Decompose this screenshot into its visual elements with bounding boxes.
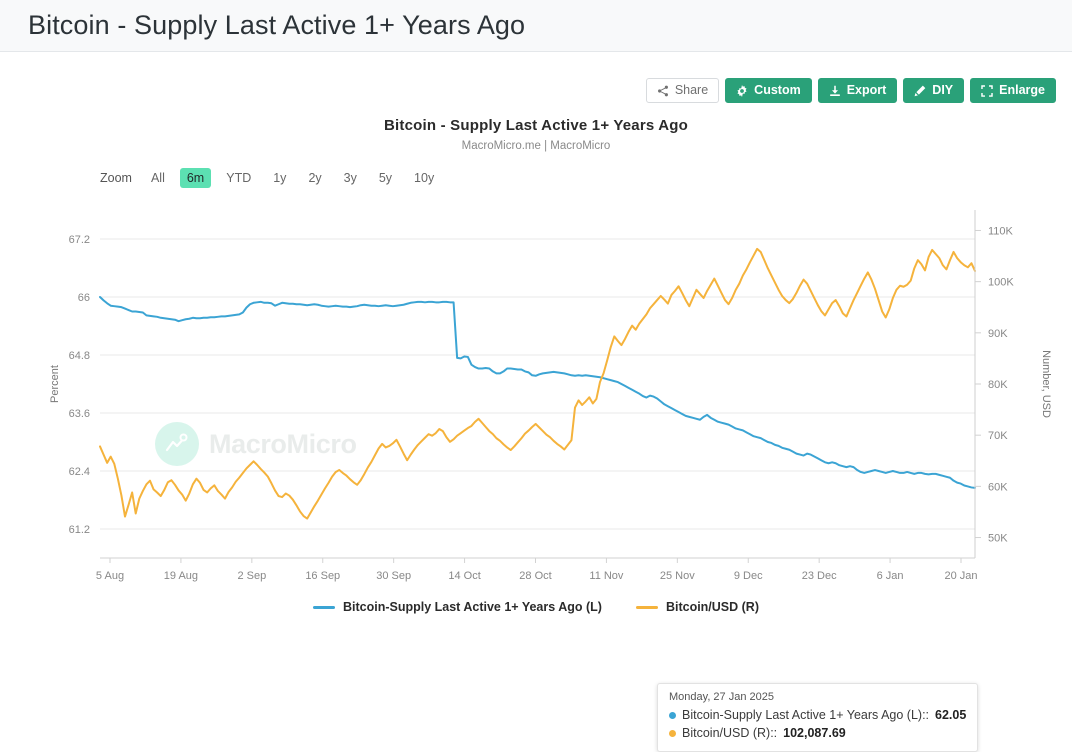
chart-legend: Bitcoin-Supply Last Active 1+ Years Ago … bbox=[0, 600, 1072, 614]
x-axis-tick: 19 Aug bbox=[164, 570, 198, 582]
y-axis-right-title: Number, USD bbox=[1040, 350, 1052, 418]
expand-icon bbox=[981, 84, 993, 97]
button-label: Share bbox=[674, 83, 709, 98]
legend-swatch-icon bbox=[312, 605, 335, 609]
zoom-option-5y[interactable]: 5y bbox=[372, 168, 399, 188]
x-axis-tick: 16 Sep bbox=[305, 570, 340, 582]
x-axis-tick: 20 Jan bbox=[944, 570, 977, 582]
tooltip-series-value: 102,087.69 bbox=[783, 726, 846, 741]
chart-title: Bitcoin - Supply Last Active 1+ Years Ag… bbox=[384, 117, 688, 134]
y-axis-right-tick: 70K bbox=[988, 430, 1008, 442]
zoom-option-1y[interactable]: 1y bbox=[266, 168, 293, 188]
chart-plot-area[interactable]: 61.2 62.4 63.6 64.8 66 67.2 50K 60K 70K 80K 90K 100… bbox=[0, 196, 1072, 752]
series-line-supply bbox=[99, 296, 976, 489]
pencil-icon bbox=[914, 85, 926, 97]
legend-label: Bitcoin/USD (R) bbox=[665, 600, 760, 614]
y-axis-left-title: Percent bbox=[49, 365, 61, 403]
zoom-option-ytd[interactable]: YTD bbox=[219, 168, 258, 188]
x-axis-tick: 2 Sep bbox=[237, 570, 266, 582]
button-label: Export bbox=[846, 83, 887, 98]
tooltip-series-name: Bitcoin/USD (R):: bbox=[682, 726, 778, 741]
series-dot-icon bbox=[669, 729, 676, 737]
legend-item[interactable]: Bitcoin-Supply Last Active 1+ Years Ago … bbox=[312, 600, 602, 614]
y-axis-left-tick: 63.6 bbox=[69, 408, 90, 420]
x-axis-tick: 11 Nov bbox=[589, 570, 624, 582]
button-label: Enlarge bbox=[999, 83, 1045, 98]
y-axis-right-tick: 90K bbox=[988, 328, 1008, 340]
y-axis-left-tick: 61.2 bbox=[69, 524, 90, 536]
zoom-option-3y[interactable]: 3y bbox=[337, 168, 364, 188]
legend-label: Bitcoin-Supply Last Active 1+ Years Ago … bbox=[342, 600, 602, 614]
y-axis-right-tick: 110K bbox=[988, 225, 1014, 237]
legend-swatch-icon bbox=[635, 605, 658, 609]
y-axis-left-tick: 67.2 bbox=[69, 234, 90, 246]
y-axis-right-tick: 60K bbox=[988, 481, 1008, 493]
x-axis-tick: 14 Oct bbox=[448, 570, 480, 582]
y-axis-left-tick: 64.8 bbox=[69, 350, 90, 362]
export-button[interactable]: Export bbox=[817, 78, 898, 103]
tooltip-rows: Bitcoin-Supply Last Active 1+ Years Ago … bbox=[669, 706, 966, 742]
x-axis-tick: 9 Dec bbox=[734, 570, 763, 582]
x-axis-tick: 25 Nov bbox=[660, 570, 695, 582]
chart-tooltip: Monday, 27 Jan 2025 Bitcoin-Supply Last … bbox=[657, 683, 979, 752]
zoom-option-10y[interactable]: 10y bbox=[407, 168, 441, 188]
tooltip-date: Monday, 27 Jan 2025 bbox=[669, 691, 774, 703]
y-axis-left-tick: 66 bbox=[78, 292, 90, 304]
y-axis-left-tick: 62.4 bbox=[69, 466, 90, 478]
custom-button[interactable]: Custom bbox=[725, 78, 812, 103]
zoom-range-selector: Zoom All 6m YTD 1y 2y 3y 5y 10y bbox=[100, 168, 1072, 188]
page-header: Bitcoin - Supply Last Active 1+ Years Ag… bbox=[0, 0, 1072, 52]
y-axis-right-tick: 100K bbox=[988, 277, 1014, 289]
x-axis-tick: 23 Dec bbox=[802, 570, 837, 582]
legend-item[interactable]: Bitcoin/USD (R) bbox=[635, 600, 760, 614]
share-icon bbox=[657, 85, 669, 97]
button-label: Custom bbox=[754, 83, 801, 98]
tooltip-series-value: 62.05 bbox=[935, 708, 967, 722]
chart-toolbar: Share Custom Export DIY Enlarge bbox=[0, 52, 1072, 103]
zoom-option-all[interactable]: All bbox=[144, 168, 172, 188]
chart-source: MacroMicro.me | MacroMicro bbox=[461, 140, 611, 152]
x-axis-tick: 30 Sep bbox=[376, 570, 411, 582]
diy-button[interactable]: DIY bbox=[903, 78, 965, 103]
tooltip-series-name: Bitcoin-Supply Last Active 1+ Years Ago … bbox=[682, 708, 930, 722]
chart-heading: Bitcoin - Supply Last Active 1+ Years Ag… bbox=[0, 117, 1072, 152]
x-axis-tick: 5 Aug bbox=[96, 570, 124, 582]
share-button[interactable]: Share bbox=[645, 78, 720, 103]
series-dot-icon bbox=[669, 711, 676, 719]
zoom-option-2y[interactable]: 2y bbox=[301, 168, 328, 188]
zoom-label: Zoom bbox=[100, 171, 132, 185]
x-axis-tick: 6 Jan bbox=[877, 570, 904, 582]
x-axis-tick: 28 Oct bbox=[519, 570, 551, 582]
button-label: DIY bbox=[932, 83, 954, 98]
y-axis-right-tick: 80K bbox=[988, 379, 1008, 391]
zoom-option-6m[interactable]: 6m bbox=[179, 168, 212, 188]
tooltip-row: Bitcoin-Supply Last Active 1+ Years Ago … bbox=[669, 706, 966, 724]
gear-icon bbox=[736, 84, 748, 97]
page-title: Bitcoin - Supply Last Active 1+ Years Ag… bbox=[28, 10, 526, 40]
chart-svg: 61.2 62.4 63.6 64.8 66 67.2 50K 60K 70K 80K 90K 100… bbox=[49, 210, 1052, 582]
download-icon bbox=[829, 85, 841, 97]
y-axis-right-tick: 50K bbox=[988, 533, 1008, 545]
enlarge-button[interactable]: Enlarge bbox=[970, 78, 1056, 103]
series-line-btcusd bbox=[99, 247, 976, 520]
tooltip-row: Bitcoin/USD (R):: 102,087.69 bbox=[669, 724, 966, 742]
